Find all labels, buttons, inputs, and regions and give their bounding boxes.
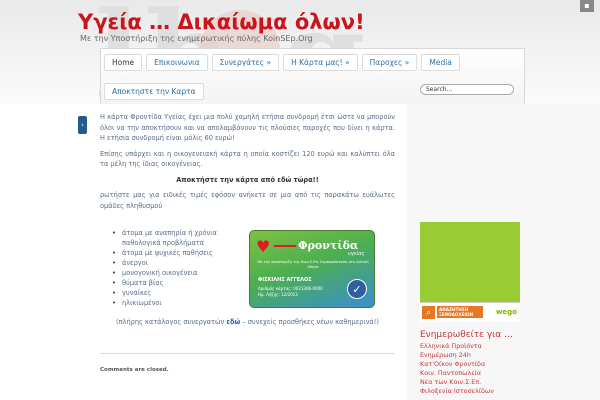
get-card-cta[interactable]: Αποκτήστε την κάρτα από εδώ τώρα!! bbox=[100, 175, 395, 186]
health-card-image: ♥ Φροντίδα υγείας Με την υποστήριξη της … bbox=[249, 230, 375, 308]
ad-text: ΑΝΑΖΗΤΗΣΗ ΞΕΝΟΔΟΧΕΙΩΝ bbox=[437, 306, 483, 318]
card-fine-print: Με την υποστήριξη της Κοιν.Σ.Επ. Συμπαρά… bbox=[257, 260, 369, 269]
partners-link[interactable]: εδώ bbox=[226, 318, 240, 326]
list-item: θύματα βίας bbox=[112, 278, 232, 288]
sidebar-link[interactable]: Νέα των Κοιν.Σ.Επ. bbox=[420, 378, 494, 387]
comments-closed: Comments are closed. bbox=[100, 367, 169, 373]
side-tab-toggle[interactable]: › bbox=[78, 116, 87, 134]
card-holder: ΦΙΣΚΙΛΗΣ ΑΓΓΕΛΟΣ bbox=[258, 277, 312, 283]
list-item: μονογονική οικογένεια bbox=[112, 268, 232, 278]
list-item: άνεργοι bbox=[112, 258, 232, 268]
hotel-search-ad[interactable]: ⌕ ΑΝΑΖΗΤΗΣΗ ΞΕΝΟΔΟΧΕΙΩΝ wego bbox=[420, 222, 520, 322]
nav-home[interactable]: Home bbox=[104, 54, 143, 71]
partners-note: (πλήρης κατάλογος συνεργατών εδώ – συνεχ… bbox=[100, 318, 395, 326]
nav-get-card[interactable]: Αποκτηστε την Καρτα bbox=[104, 83, 204, 100]
card-meta: Αριθμός κάρτας: 0021306-0000 Ημ. Λήξης: … bbox=[258, 286, 323, 298]
list-item: ηλικιωμένοι bbox=[112, 298, 232, 308]
sidebar-title: Ενημερωθείτε για … bbox=[420, 330, 513, 340]
intro-paragraph: Η κάρτα Φροντίδα Υγείας έχει μια πολύ χα… bbox=[100, 113, 395, 142]
sidebar-links: Ελληνικά Προϊόντα Ενημέρωση 24h Κατ'Οίκο… bbox=[420, 342, 494, 396]
partners-note-after: – συνεχείς προσθήκες νέων καθημερινά!) bbox=[240, 318, 379, 326]
pulse-line bbox=[274, 245, 296, 247]
vulnerable-groups-list: άτομα με αναπηρία ή χρόνια παθολογικά πρ… bbox=[112, 228, 232, 308]
list-item: άτομα με αναπηρία ή χρόνια παθολογικά πρ… bbox=[112, 228, 232, 248]
ad-brand: wego bbox=[496, 308, 517, 316]
check-badge-icon: ✓ bbox=[347, 279, 367, 299]
partners-note-before: (πλήρης κατάλογος συνεργατών bbox=[116, 318, 227, 326]
rss-icon[interactable]: ▪ bbox=[580, 0, 594, 12]
nav-our-card[interactable]: Η Κάρτα μας! » bbox=[283, 54, 358, 71]
sidebar-link[interactable]: Ενημέρωση 24h bbox=[420, 351, 494, 360]
article-body: Η κάρτα Φροντίδα Υγείας έχει μια πολύ χα… bbox=[100, 112, 395, 216]
special-prices-paragraph: ρωτήστε μας για ειδικές τιμές εφόσον ανή… bbox=[100, 191, 395, 210]
site-tagline: Με την Υποστήριξη της ενημερωτικής πύλης… bbox=[80, 34, 313, 43]
nav-media[interactable]: Media bbox=[421, 54, 460, 71]
sidebar-link[interactable]: Ελληνικά Προϊόντα bbox=[420, 342, 494, 351]
nav-row-secondary: Αποκτηστε την Καρτα bbox=[104, 83, 204, 100]
sidebar-link[interactable]: Κοιν. Παντοπωλεία bbox=[420, 369, 494, 378]
nav-row-primary: Home Επικοινωνια Συνεργάτες » Η Κάρτα μα… bbox=[104, 54, 460, 71]
nav-partners[interactable]: Συνεργάτες » bbox=[211, 54, 280, 71]
sidebar-link[interactable]: Κατ'Οίκον Φροντίδα bbox=[420, 360, 494, 369]
family-card-paragraph: Επίσης υπάρχει και η οικογενειακή κάρτα … bbox=[100, 149, 395, 169]
card-expiry: Ημ. Λήξης: 12/2013 bbox=[258, 292, 298, 297]
search-input[interactable]: Search... bbox=[420, 84, 514, 95]
list-item: άτομα με ψυχικές παθήσεις bbox=[112, 248, 232, 258]
site-title[interactable]: Υγεία … Δικαίωμα όλων! bbox=[78, 10, 365, 34]
list-item: γυναίκες bbox=[112, 288, 232, 298]
nav-contact[interactable]: Επικοινωνια bbox=[146, 54, 208, 71]
search-icon: ⌕ bbox=[422, 306, 435, 319]
ad-brand-label: wego bbox=[495, 308, 517, 316]
ad-footer: ⌕ ΑΝΑΖΗΤΗΣΗ ΞΕΝΟΔΟΧΕΙΩΝ wego bbox=[420, 302, 520, 322]
heart-icon: ♥ bbox=[256, 237, 271, 256]
nav-benefits[interactable]: Παροχες » bbox=[361, 54, 418, 71]
divider bbox=[100, 353, 395, 354]
sidebar-link[interactable]: Φιλοξενία Ιστοσελίδων bbox=[420, 387, 494, 396]
card-brand-sub: υγείας bbox=[348, 251, 365, 257]
